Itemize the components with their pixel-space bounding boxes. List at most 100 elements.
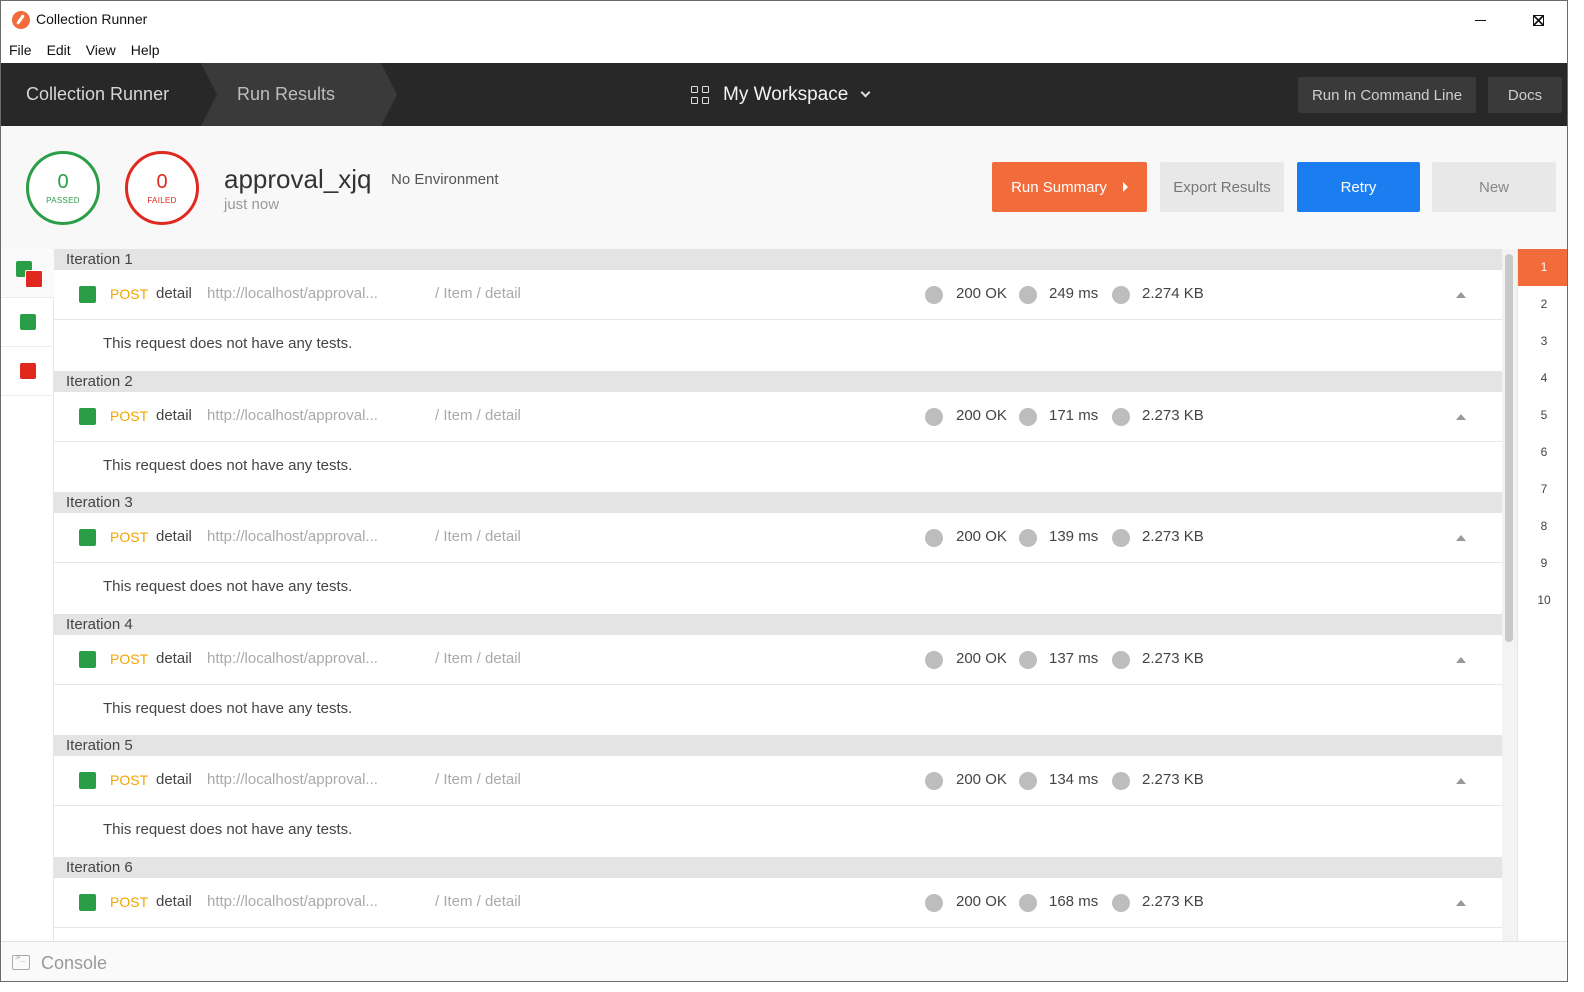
postman-logo-icon [12, 11, 30, 29]
iteration-nav-7[interactable]: 7 [1518, 471, 1567, 508]
workspace-selector[interactable]: My Workspace [691, 81, 871, 109]
passed-label: PASSED [46, 196, 80, 205]
menu-edit[interactable]: Edit [47, 39, 71, 63]
request-row[interactable]: POST detail http://localhost/approval... / … [54, 392, 1502, 442]
new-button[interactable]: New [1432, 162, 1556, 212]
minimize-icon [1474, 19, 1486, 21]
response-time: 168 ms [1049, 893, 1099, 910]
collapse-caret-icon[interactable] [1456, 414, 1466, 420]
failed-count: 0 [156, 171, 168, 193]
collapse-caret-icon[interactable] [1456, 535, 1466, 541]
collapse-caret-icon[interactable] [1456, 657, 1466, 663]
passed-count-badge: 0 PASSED [26, 151, 100, 225]
console-label: Console [41, 953, 108, 973]
tests-message-row: This request does not have any tests. [54, 442, 1502, 490]
response-status: 200 OK [956, 285, 1007, 302]
collection-runner-window: Collection Runner ✕ File Edit View Help … [0, 0, 1568, 982]
response-status: 200 OK [956, 407, 1007, 424]
iteration-nav-4[interactable]: 4 [1518, 360, 1567, 397]
request-path: / Item / detail [435, 650, 521, 667]
minimize-button[interactable] [1451, 1, 1509, 39]
response-size: 2.273 KB [1142, 771, 1204, 788]
breadcrumb-run-results[interactable]: Run Results [201, 63, 397, 126]
request-method: POST [110, 894, 149, 910]
collapse-caret-icon[interactable] [1456, 292, 1466, 298]
environment-name: No Environment [391, 171, 499, 188]
iteration-nav-1[interactable]: 1 [1518, 249, 1567, 286]
iteration-navigator: 1 2 3 4 5 6 7 8 9 10 [1517, 249, 1567, 941]
failed-square-icon [25, 270, 43, 288]
response-size: 2.273 KB [1142, 528, 1204, 545]
request-row[interactable]: POST detail http://localhost/approval... / … [54, 270, 1502, 320]
iteration-nav-10[interactable]: 10 [1518, 582, 1567, 619]
tests-message-row: This request does not have any tests. [54, 320, 1502, 368]
breadcrumb-collection-runner[interactable]: Collection Runner [1, 63, 201, 126]
docs-button[interactable]: Docs [1488, 77, 1562, 113]
request-method: POST [110, 772, 149, 788]
export-results-button[interactable]: Export Results [1160, 162, 1284, 212]
runner-header: Collection Runner Run Results My Workspa… [1, 63, 1567, 126]
response-time: 249 ms [1049, 285, 1099, 302]
menu-help[interactable]: Help [131, 39, 160, 63]
time-dot-icon [1019, 651, 1037, 669]
request-row[interactable]: POST detail http://localhost/approval... / … [54, 878, 1502, 928]
request-url: http://localhost/approval... [207, 650, 378, 667]
request-path: / Item / detail [435, 528, 521, 545]
request-name: detail [156, 893, 192, 910]
request-name: detail [156, 650, 192, 667]
size-dot-icon [1112, 408, 1130, 426]
iteration-header: Iteration 5 [54, 735, 1502, 756]
iteration-header: Iteration 2 [54, 371, 1502, 392]
request-row[interactable]: POST detail http://localhost/approval... / … [54, 635, 1502, 685]
iteration-nav-8[interactable]: 8 [1518, 508, 1567, 545]
failed-square-icon [20, 363, 36, 379]
iteration-nav-3[interactable]: 3 [1518, 323, 1567, 360]
response-size: 2.273 KB [1142, 893, 1204, 910]
request-row[interactable]: POST detail http://localhost/approval... / … [54, 513, 1502, 563]
run-timestamp: just now [224, 196, 280, 213]
run-summary-button[interactable]: Run Summary [992, 162, 1147, 212]
menu-view[interactable]: View [86, 39, 116, 63]
request-passed-icon [79, 651, 96, 668]
failed-count-badge: 0 FAILED [125, 151, 199, 225]
collapse-caret-icon[interactable] [1456, 900, 1466, 906]
request-method: POST [110, 286, 149, 302]
title-bar: Collection Runner ✕ [1, 1, 1567, 39]
status-dot-icon [925, 529, 943, 547]
run-in-command-line-button[interactable]: Run In Command Line [1298, 77, 1476, 113]
time-dot-icon [1019, 408, 1037, 426]
iteration-nav-9[interactable]: 9 [1518, 545, 1567, 582]
collection-name: approval_xjq [224, 164, 372, 194]
response-time: 134 ms [1049, 771, 1099, 788]
response-size: 2.273 KB [1142, 650, 1204, 667]
filter-failed[interactable] [1, 347, 54, 396]
iteration-nav-2[interactable]: 2 [1518, 286, 1567, 323]
size-dot-icon [1112, 894, 1130, 912]
filter-all[interactable] [1, 249, 54, 298]
iteration-nav-5[interactable]: 5 [1518, 397, 1567, 434]
iteration-nav-6[interactable]: 6 [1518, 434, 1567, 471]
response-size: 2.274 KB [1142, 285, 1204, 302]
time-dot-icon [1019, 286, 1037, 304]
iteration-header: Iteration 6 [54, 857, 1502, 878]
collapse-caret-icon[interactable] [1456, 778, 1466, 784]
menu-file[interactable]: File [9, 39, 32, 63]
time-dot-icon [1019, 894, 1037, 912]
response-time: 139 ms [1049, 528, 1099, 545]
results-scroll-thumb[interactable] [1505, 254, 1513, 642]
status-dot-icon [925, 286, 943, 304]
filter-passed[interactable] [1, 298, 54, 347]
request-url: http://localhost/approval... [207, 528, 378, 545]
retry-button[interactable]: Retry [1297, 162, 1420, 212]
request-name: detail [156, 285, 192, 302]
console-bar[interactable]: Console [1, 941, 1567, 981]
iteration-header: Iteration 1 [54, 249, 1502, 270]
response-status: 200 OK [956, 771, 1007, 788]
close-window-button[interactable]: ✕ [1531, 11, 1546, 32]
run-summary-label: Run Summary [1011, 178, 1107, 196]
request-row[interactable]: POST detail http://localhost/approval... / … [54, 756, 1502, 806]
response-status: 200 OK [956, 893, 1007, 910]
size-dot-icon [1112, 529, 1130, 547]
run-summary-panel: 0 PASSED 0 FAILED approval_xjq No Enviro… [1, 126, 1567, 249]
chevron-down-icon [860, 87, 871, 98]
